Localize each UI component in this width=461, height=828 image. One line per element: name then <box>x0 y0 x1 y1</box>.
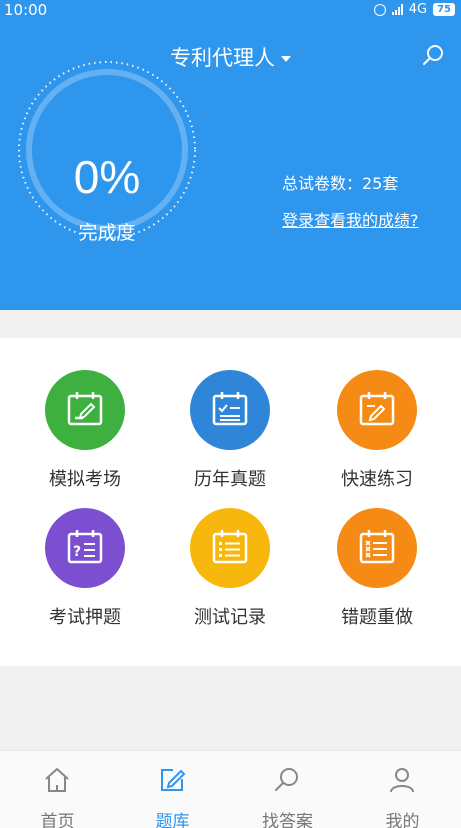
tile-test-records[interactable]: 测试记录 <box>165 508 295 629</box>
wrong-answer-icon <box>359 530 395 564</box>
tile-label: 历年真题 <box>194 469 266 490</box>
tab-home[interactable]: 首页 <box>0 751 115 828</box>
tab-find-answer[interactable]: 找答案 <box>230 751 345 828</box>
user-icon <box>390 768 414 793</box>
tab-question-bank[interactable]: 题库 <box>115 751 230 828</box>
signal-icon <box>391 4 403 15</box>
tile-redo-mistakes[interactable]: 错题重做 <box>312 508 442 629</box>
practice-icon <box>359 392 395 426</box>
caret-down-icon[interactable] <box>281 56 291 62</box>
tile-circle[interactable] <box>45 370 125 450</box>
tile-circle[interactable]: ? <box>45 508 125 588</box>
tab-label: 我的 <box>385 812 420 828</box>
record-icon <box>212 530 248 564</box>
network-type: 4G <box>408 2 428 17</box>
completion-percent: 0% <box>73 151 141 203</box>
status-time: 10:00 <box>4 1 48 19</box>
status-icons: 4G 75 <box>373 2 455 17</box>
question-icon: ? <box>67 530 103 564</box>
completion-label: 完成度 <box>78 222 136 244</box>
tile-label: 测试记录 <box>194 607 266 628</box>
tile-label: 考试押题 <box>49 607 121 628</box>
exam-icon <box>67 392 103 426</box>
checklist-icon <box>212 392 248 426</box>
tile-circle[interactable] <box>190 370 270 450</box>
login-link[interactable]: 登录查看我的成绩? <box>282 207 419 231</box>
tile-circle[interactable] <box>337 508 417 588</box>
svg-text:?: ? <box>73 544 81 560</box>
status-bar: 10:00 4G 75 <box>0 0 461 22</box>
home-icon <box>45 767 69 792</box>
tile-exam-predictions[interactable]: ? 考试押题 <box>20 508 150 629</box>
search-icon <box>275 768 298 791</box>
tab-label: 首页 <box>40 812 75 828</box>
alarm-icon <box>373 3 386 16</box>
tile-past-papers[interactable]: 历年真题 <box>165 370 295 491</box>
tile-label: 模拟考场 <box>49 469 121 490</box>
search-icon[interactable] <box>419 42 447 70</box>
tile-circle[interactable] <box>190 508 270 588</box>
tab-label: 找答案 <box>262 812 313 828</box>
tile-circle[interactable] <box>337 370 417 450</box>
tile-label: 快速练习 <box>341 469 413 490</box>
tab-label: 题库 <box>155 812 190 828</box>
bottom-tab-bar: 首页 题库 找答案 我的 <box>0 750 461 828</box>
feature-grid: 模拟考场 历年真题 快速练习 ? 考试押题 测试记录 错题重做 <box>0 338 461 666</box>
tile-quick-practice[interactable]: 快速练习 <box>312 370 442 491</box>
edit-icon <box>161 769 186 791</box>
tile-mock-exam[interactable]: 模拟考场 <box>20 370 150 491</box>
tab-mine[interactable]: 我的 <box>345 751 460 828</box>
total-papers: 总试卷数：25套 <box>282 174 399 193</box>
tile-label: 错题重做 <box>341 607 413 628</box>
battery-icon: 75 <box>433 3 455 16</box>
